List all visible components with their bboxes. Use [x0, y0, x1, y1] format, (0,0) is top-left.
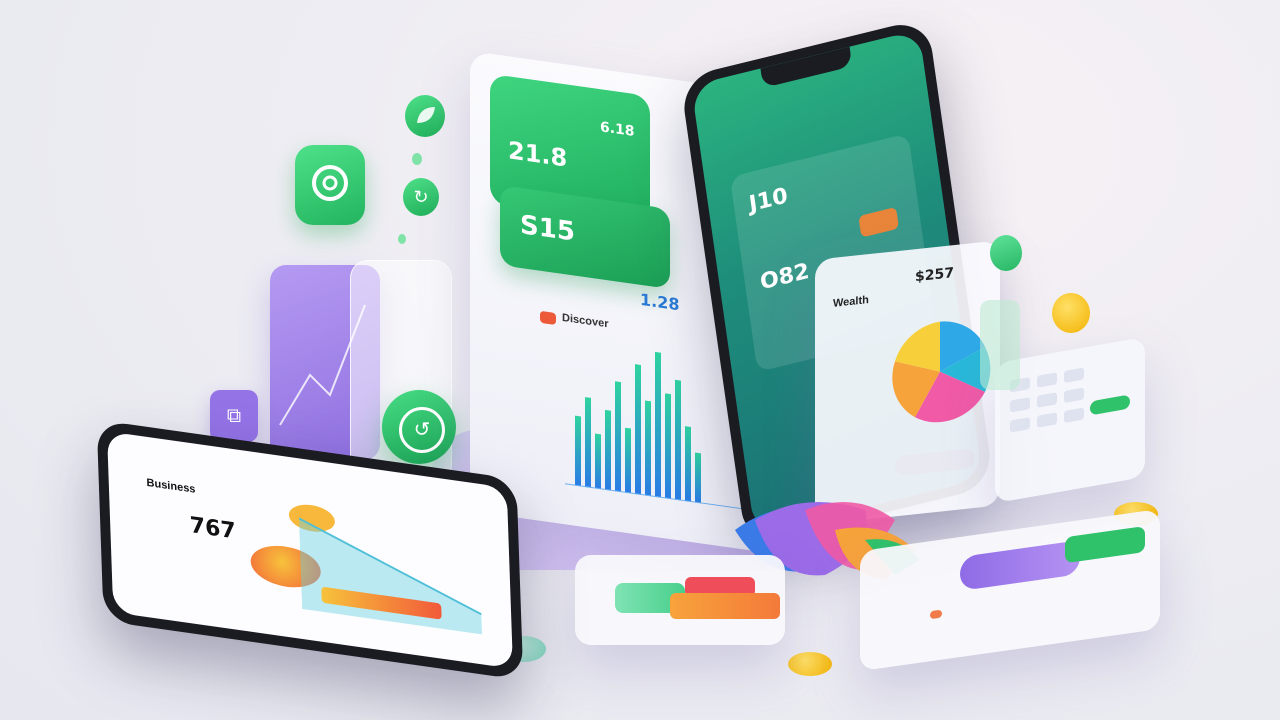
yellow-coin-3	[788, 652, 832, 676]
bottom-center-panel	[575, 555, 785, 645]
leaf-badge[interactable]	[405, 95, 445, 137]
chat-icon	[312, 165, 348, 201]
green-pill[interactable]	[1065, 526, 1145, 564]
area-chart	[298, 517, 482, 635]
wealth-button[interactable]	[895, 447, 975, 477]
refresh-small-icon: ↻	[413, 187, 429, 207]
refresh-small-badge[interactable]: ↻	[403, 178, 439, 216]
leaf-icon	[417, 107, 435, 123]
orange-chip	[858, 206, 900, 238]
dot-green-2	[398, 234, 406, 244]
balance-value-1: 21.8	[508, 136, 568, 173]
pie-chart	[892, 321, 991, 423]
dot-green-1	[412, 153, 422, 165]
chat-badge[interactable]	[295, 145, 365, 225]
yellow-coin-1	[1052, 293, 1090, 333]
left-value: 767	[189, 512, 237, 545]
purple-tile: ⧉	[210, 390, 258, 442]
phone-value-1: J10	[747, 183, 790, 218]
balance-value-2: 6.18	[600, 119, 635, 141]
wealth-card[interactable]: Wealth $257	[815, 240, 1000, 525]
orange-chip-2[interactable]	[670, 593, 780, 619]
percent-icon: ⧉	[226, 405, 242, 427]
notch	[760, 46, 853, 89]
purple-pill[interactable]	[960, 540, 1080, 592]
wealth-title: Wealth	[833, 294, 869, 310]
wealth-value: $257	[915, 265, 954, 286]
green-coin	[990, 235, 1022, 271]
discover-label: Discover	[562, 311, 609, 331]
phone-value-2: O82	[758, 258, 811, 296]
discover-icon	[540, 310, 556, 326]
refresh-badge[interactable]: ↺	[382, 390, 456, 464]
orange-dot	[930, 609, 942, 620]
refresh-icon: ↺	[399, 407, 445, 453]
glass-panel-right	[980, 300, 1020, 390]
balance-value-3: S15	[520, 209, 575, 248]
left-header: Business	[146, 476, 196, 496]
total-value: 1.28	[640, 289, 680, 315]
